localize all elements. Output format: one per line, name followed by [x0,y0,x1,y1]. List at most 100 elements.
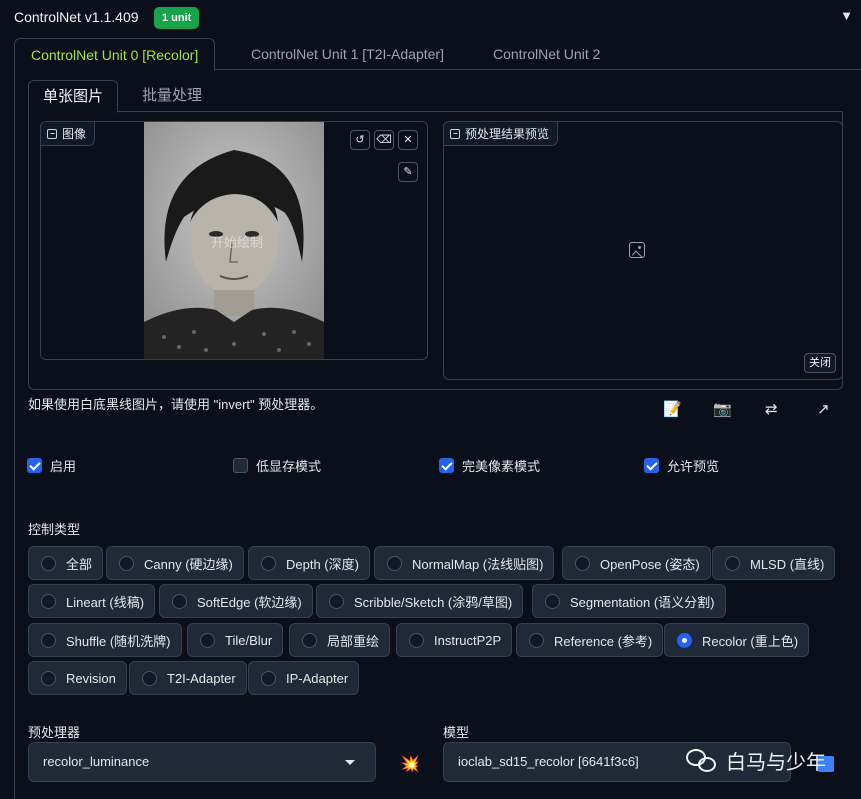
run-preprocessor-icon[interactable]: 💥 [400,754,420,774]
radio-dot[interactable] [261,670,276,686]
radio-dot[interactable] [545,593,560,609]
image-area: 开始绘制 图像 ↺ ⌫ ✕ ✎ 预处理结果预览 关闭 [28,112,843,390]
control-type-depth[interactable]: Depth (深度) [248,546,370,580]
wechat-watermark: 白马与少年 [686,746,826,775]
radio-dot[interactable] [725,555,740,571]
control-type-normalmap[interactable]: NormalMap (法线贴图) [374,546,555,580]
control-type-openpose[interactable]: OpenPose (姿态) [562,546,711,580]
checkbox-label: 启用 [50,458,77,474]
image-label-text: 图像 [62,126,87,141]
radio-label: 局部重绘 [327,633,380,649]
radio-dot[interactable] [200,632,215,648]
control-type-lineart[interactable]: Lineart (线稿) [28,584,156,618]
wechat-account-name: 白马与少年 [726,752,826,774]
radio-dot[interactable] [172,593,187,609]
checkbox-box[interactable] [439,457,454,473]
radio-label: Segmentation (语义分割) [570,594,715,610]
checkbox-label: 完美像素模式 [462,458,541,474]
control-type-label: 控制类型 [28,522,81,537]
model-value: ioclab_sd15_recolor [6641f3c6] [458,754,639,769]
control-type-canny[interactable]: Canny (硬边缘) [106,546,244,580]
radio-dot[interactable] [575,555,590,571]
radio-label: Recolor (重上色) [702,633,799,649]
radio-label: T2I-Adapter [167,670,236,686]
send-dimensions-icon[interactable]: ↗ [817,400,830,418]
tab-unit-2[interactable]: ControlNet Unit 2 [477,38,616,70]
control-type-revision[interactable]: Revision [28,661,127,695]
collapse-triangle-icon[interactable]: ▼ [840,8,853,23]
allow-preview-checkbox[interactable]: 允许预览 [644,456,719,474]
preview-box: 预处理结果预览 关闭 [443,121,843,380]
control-type-instructp2p[interactable]: InstructP2P [396,623,513,657]
preview-label-text: 预处理结果预览 [465,126,550,141]
enable-checkbox[interactable]: 启用 [27,456,76,474]
radio-label: Lineart (线稿) [66,594,145,610]
image-box-label: 图像 [41,122,96,146]
radio-label: SoftEdge (软边缘) [197,594,302,610]
control-type-ip-adapter[interactable]: IP-Adapter [248,661,360,695]
radio-dot[interactable] [41,555,56,571]
accordion-header[interactable]: ControlNet v1.1.409 1 unit ▼ [0,0,861,36]
radio-dot[interactable] [529,632,544,648]
edit-icon[interactable]: 📝 [663,400,682,418]
radio-dot[interactable] [387,555,402,571]
control-type-softedge[interactable]: SoftEdge (软边缘) [159,584,313,618]
clear-icon[interactable]: ✕ [398,130,418,150]
control-type-inpaint[interactable]: 局部重绘 [289,623,391,657]
image-input-box[interactable]: 开始绘制 图像 ↺ ⌫ ✕ ✎ [40,121,428,360]
eraser-icon[interactable]: ⌫ [374,130,394,150]
control-type-tile[interactable]: Tile/Blur [187,623,284,657]
tab-batch[interactable]: 批量处理 [128,80,216,112]
radio-label: Canny (硬边缘) [144,556,233,572]
radio-label: Tile/Blur [225,632,273,648]
tab-unit-1[interactable]: ControlNet Unit 1 [T2I-Adapter] [235,38,460,70]
panel-title: ControlNet v1.1.409 [14,9,139,25]
radio-label: InstructP2P [434,632,502,648]
camera-icon[interactable]: 📷 [713,400,732,418]
radio-label: NormalMap (法线贴图) [412,556,544,572]
brush-icon[interactable]: ✎ [398,162,418,182]
close-preview-button[interactable]: 关闭 [804,353,836,373]
checkbox-box[interactable] [27,457,42,473]
radio-dot[interactable] [142,670,157,686]
undo-icon[interactable]: ↺ [350,130,370,150]
model-label: 模型 [443,725,470,740]
checkbox-box[interactable] [644,457,659,473]
image-placeholder-icon [629,242,645,258]
invert-hint: 如果使用白底黑线图片，请使用 "invert" 预处理器。 [28,397,324,412]
preprocessor-value: recolor_luminance [43,754,150,769]
radio-dot[interactable] [41,670,56,686]
image-icon [47,128,57,139]
control-type-shuffle[interactable]: Shuffle (随机洗牌) [28,623,182,657]
control-type-all[interactable]: 全部 [28,546,104,580]
unit-tab-bar: ControlNet Unit 0 [Recolor] ControlNet U… [14,38,861,71]
radio-label: Scribble/Sketch (涂鸦/草图) [354,594,513,610]
swap-icon[interactable]: ⇄ [765,400,778,418]
checkbox-label: 允许预览 [667,458,720,474]
low-vram-checkbox[interactable]: 低显存模式 [233,456,321,474]
control-type-t2i-adapter[interactable]: T2I-Adapter [129,661,247,695]
control-type-reference[interactable]: Reference (参考) [516,623,664,657]
radio-dot[interactable] [41,593,56,609]
tab-single-image[interactable]: 单张图片 [28,80,119,113]
radio-label: 全部 [66,556,93,572]
radio-dot[interactable] [302,632,317,648]
radio-dot[interactable] [41,632,56,648]
radio-dot[interactable] [261,555,276,571]
wechat-logo-icon [686,747,718,775]
checkbox-box[interactable] [233,457,248,473]
radio-label: IP-Adapter [286,670,349,686]
tab-unit-0[interactable]: ControlNet Unit 0 [Recolor] [14,38,216,71]
radio-dot[interactable] [409,632,424,648]
preprocessor-dropdown[interactable]: recolor_luminance [28,742,376,782]
radio-dot[interactable] [677,632,692,648]
image-icon [450,128,460,139]
control-type-recolor[interactable]: Recolor (重上色) [664,623,810,657]
control-type-scribble[interactable]: Scribble/Sketch (涂鸦/草图) [316,584,524,618]
pixel-perfect-checkbox[interactable]: 完美像素模式 [439,456,540,474]
checkbox-label: 低显存模式 [256,458,322,474]
radio-dot[interactable] [119,555,134,571]
control-type-mlsd[interactable]: MLSD (直线) [712,546,836,580]
radio-dot[interactable] [329,593,344,609]
control-type-segmentation[interactable]: Segmentation (语义分割) [532,584,726,618]
